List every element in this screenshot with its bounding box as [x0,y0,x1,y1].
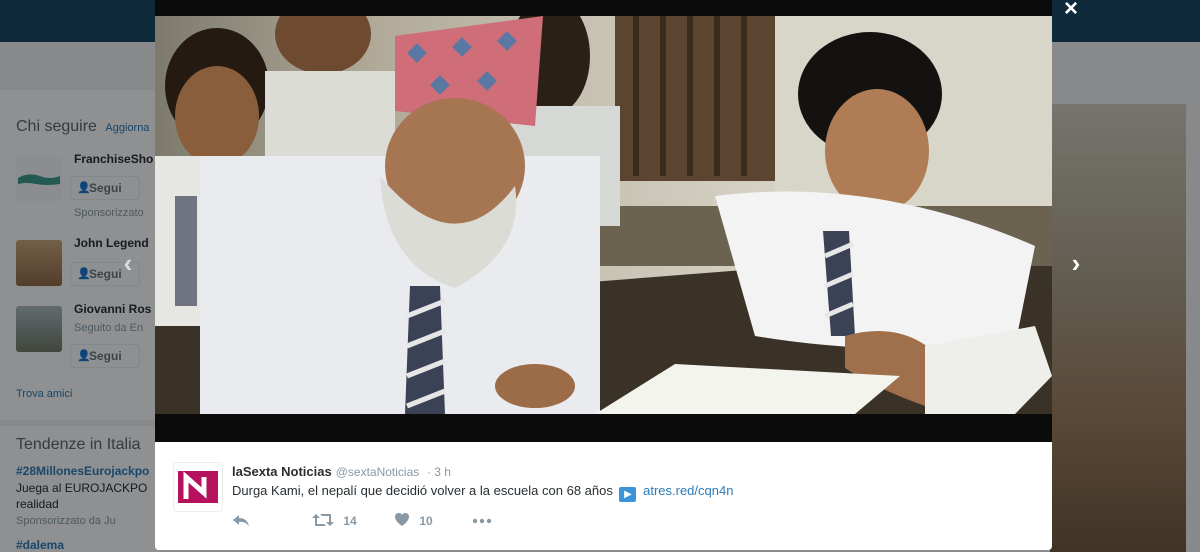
reply-button[interactable] [232,512,250,530]
media-modal: laSexta Noticias @sextaNoticias · 3 h Dur… [155,0,1052,550]
author-name[interactable]: laSexta Noticias [232,464,332,479]
tweet-actions: 14 10 [232,512,532,530]
photo-illustration [155,16,1052,414]
avatar[interactable] [173,462,223,512]
play-icon: ▶ [619,487,637,502]
retweet-button[interactable]: 14 [312,512,357,530]
tweet-link[interactable]: atres.red/cqn4n [643,483,733,498]
like-count: 10 [419,514,433,528]
tweet-author[interactable]: laSexta Noticias @sextaNoticias · 3 h [232,464,451,479]
tweet-timestamp[interactable]: · 3 h [427,465,451,479]
retweet-icon [312,514,334,526]
close-icon[interactable]: × [1060,0,1082,22]
retweet-count: 14 [343,514,357,528]
previous-arrow-icon[interactable]: ‹ [118,250,138,278]
media-container[interactable] [155,0,1052,442]
reply-icon [233,515,249,526]
tweet-text: Durga Kami, el nepalí que decidió volver… [232,483,734,502]
like-button[interactable]: 10 [394,512,433,530]
next-arrow-icon[interactable]: › [1066,250,1086,278]
author-handle[interactable]: @sextaNoticias [336,465,420,479]
more-button[interactable] [472,512,492,530]
heart-icon [395,513,409,526]
tweet-photo[interactable] [155,16,1052,414]
more-icon [472,518,492,524]
tweet-details: laSexta Noticias @sextaNoticias · 3 h Dur… [155,442,1052,550]
